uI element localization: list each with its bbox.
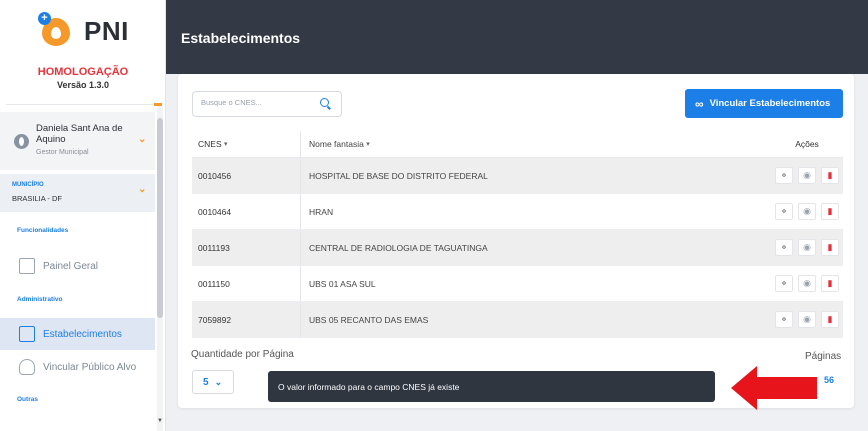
version-label: Versão 1.3.0 [56, 80, 110, 90]
chevron-down-icon[interactable]: ⌄ [138, 184, 146, 195]
section-administrativo: Administrativo [17, 296, 63, 303]
cell-cnes: 0011150 [192, 266, 301, 301]
eye-icon[interactable]: ◉ [798, 311, 816, 328]
cell-nome: HRAN [309, 206, 334, 217]
link-users-icon[interactable]: ⚬ [775, 311, 793, 328]
table-row: 0010456 HOSPITAL DE BASE DO DISTRITO FED… [192, 158, 843, 194]
table-row: 0011193 CENTRAL DE RADIOLOGIA DE TAGUATI… [192, 230, 843, 266]
monitor-icon [19, 258, 35, 274]
trash-icon[interactable]: ▮ [821, 203, 839, 220]
cell-cnes: 7059892 [192, 302, 301, 337]
search-icon[interactable] [320, 98, 329, 107]
column-header-acoes: Ações [795, 139, 819, 149]
table-row: 0010464 HRAN ⚬ ◉ ▮ [192, 194, 843, 230]
chevron-down-icon[interactable]: ⌄ [138, 134, 146, 145]
municipio-label: MUNICÍPIO [12, 182, 44, 188]
section-outras: Outras [17, 396, 38, 403]
user-profile[interactable]: Daniela Sant Ana de Aquino Gestor Munici… [0, 112, 155, 170]
table-row: 7059892 UBS 05 RECANTO DAS EMAS ⚬ ◉ ▮ [192, 302, 843, 338]
page-title: Estabelecimentos [181, 30, 301, 46]
sidebar-item-vincular-publico-alvo[interactable]: Vincular Público Alvo [0, 351, 155, 383]
link-users-icon[interactable]: ⚬ [775, 203, 793, 220]
establishments-table: CNES ▾ Nome fantasia ▾ Ações 0010456 HOS… [192, 131, 843, 338]
sidebar-item-label: Vincular Público Alvo [43, 361, 137, 373]
cell-cnes: 0011193 [192, 230, 301, 265]
drop-logo-icon: + [38, 12, 76, 50]
cell-nome: CENTRAL DE RADIOLOGIA DE TAGUATINGA [309, 242, 488, 253]
section-funcionalidades: Funcionalidades [17, 227, 69, 234]
page-header: Estabelecimentos [166, 0, 868, 74]
person-icon [19, 359, 35, 375]
eye-icon[interactable]: ◉ [798, 275, 816, 292]
trash-icon[interactable]: ▮ [821, 311, 839, 328]
search-box[interactable] [192, 91, 342, 117]
scroll-down-icon[interactable]: ▼ [157, 418, 163, 426]
link-users-icon[interactable]: ⚬ [775, 167, 793, 184]
sidebar-item-painel-geral[interactable]: Painel Geral [0, 250, 155, 282]
chevron-down-icon: ⌄ [214, 376, 223, 387]
link-users-icon[interactable]: ⚬ [775, 239, 793, 256]
cell-cnes: 0010456 [192, 158, 301, 193]
error-toast: O valor informado para o campo CNES já e… [268, 371, 715, 402]
sidebar-divider [6, 103, 162, 106]
sidebar-scrollbar-thumb[interactable] [157, 118, 163, 318]
logo-text: PNI [84, 15, 129, 46]
app-logo: + PNI [38, 12, 129, 50]
sort-icon[interactable]: ▾ [224, 140, 228, 148]
per-page-label: Quantidade por Página [191, 349, 294, 360]
per-page-value: 5 [203, 376, 209, 388]
building-icon [19, 326, 35, 342]
column-header-nome[interactable]: Nome fantasia ▾ [301, 131, 771, 157]
toast-message: O valor informado para o campo CNES já e… [278, 381, 460, 392]
search-input[interactable] [201, 98, 311, 107]
cell-nome: UBS 05 RECANTO DAS EMAS [309, 314, 429, 325]
vincular-estabelecimentos-button[interactable]: ∞ Vincular Estabelecimentos [685, 89, 843, 118]
pages-count[interactable]: 56 [824, 375, 834, 385]
table-header: CNES ▾ Nome fantasia ▾ Ações [192, 131, 843, 158]
sidebar: + PNI HOMOLOGAÇÃO Versão 1.3.0 Daniela S… [0, 0, 166, 431]
establishments-card: ∞ Vincular Estabelecimentos CNES ▾ Nome … [178, 74, 854, 408]
user-name: Daniela Sant Ana de Aquino [36, 123, 123, 145]
municipio-value: BRASILIA - DF [12, 194, 63, 203]
environment-label: HOMOLOGAÇÃO [37, 66, 129, 78]
eye-icon[interactable]: ◉ [798, 239, 816, 256]
link-icon: ∞ [695, 96, 704, 111]
user-role: Gestor Municipal [36, 149, 89, 156]
sort-icon[interactable]: ▾ [366, 140, 370, 148]
pages-label: Páginas [805, 351, 842, 362]
trash-icon[interactable]: ▮ [821, 275, 839, 292]
link-users-icon[interactable]: ⚬ [775, 275, 793, 292]
table-row: 0011150 UBS 01 ASA SUL ⚬ ◉ ▮ [192, 266, 843, 302]
red-arrow-icon [731, 366, 817, 410]
column-header-cnes[interactable]: CNES ▾ [192, 131, 301, 157]
cell-nome: HOSPITAL DE BASE DO DISTRITO FEDERAL [309, 170, 488, 181]
avatar [14, 134, 29, 149]
eye-icon[interactable]: ◉ [798, 167, 816, 184]
sidebar-item-label: Estabelecimentos [43, 328, 122, 340]
trash-icon[interactable]: ▮ [821, 167, 839, 184]
per-page-select[interactable]: 5 ⌄ [192, 370, 234, 394]
municipio-selector[interactable]: MUNICÍPIO BRASILIA - DF ⌄ [0, 174, 155, 212]
vincular-button-label: Vincular Estabelecimentos [709, 98, 831, 109]
cell-cnes: 0010464 [192, 194, 301, 229]
sidebar-item-estabelecimentos[interactable]: Estabelecimentos [0, 318, 155, 350]
trash-icon[interactable]: ▮ [821, 239, 839, 256]
cell-nome: UBS 01 ASA SUL [309, 278, 376, 289]
eye-icon[interactable]: ◉ [798, 203, 816, 220]
sidebar-item-label: Painel Geral [43, 260, 99, 272]
